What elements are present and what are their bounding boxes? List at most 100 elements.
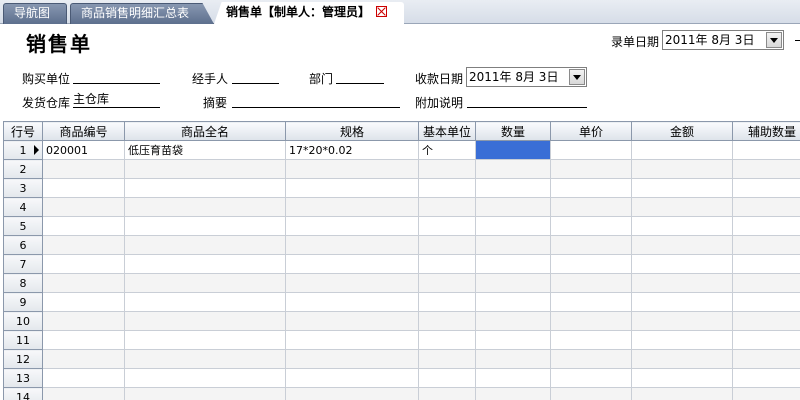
- cell-name[interactable]: [124, 349, 286, 369]
- cell-quantity[interactable]: [475, 254, 551, 274]
- table-row[interactable]: 2: [3, 159, 800, 179]
- cell-aux-quantity[interactable]: [732, 330, 800, 350]
- row-number[interactable]: 10: [3, 311, 43, 331]
- row-number[interactable]: 6: [3, 235, 43, 255]
- cell-spec[interactable]: [285, 197, 419, 217]
- cell-aux-quantity[interactable]: [732, 197, 800, 217]
- cell-quantity[interactable]: [475, 273, 551, 293]
- cell-aux-quantity[interactable]: [732, 254, 800, 274]
- cell-aux-quantity[interactable]: [732, 235, 800, 255]
- cell-spec[interactable]: [285, 349, 419, 369]
- row-number[interactable]: 11: [3, 330, 43, 350]
- row-number[interactable]: 7: [3, 254, 43, 274]
- cell-price[interactable]: [550, 254, 632, 274]
- cell-unit[interactable]: [418, 197, 476, 217]
- cell-code[interactable]: 020001: [42, 140, 125, 160]
- row-number[interactable]: 9: [3, 292, 43, 312]
- column-header-aux-quantity[interactable]: 辅助数量: [732, 121, 800, 141]
- cell-price[interactable]: [550, 140, 632, 160]
- cell-name[interactable]: [124, 216, 286, 236]
- cell-code[interactable]: [42, 311, 125, 331]
- cell-quantity[interactable]: [475, 387, 551, 400]
- cell-amount[interactable]: [631, 178, 733, 198]
- table-row[interactable]: 7: [3, 254, 800, 274]
- row-number[interactable]: 13: [3, 368, 43, 388]
- cell-price[interactable]: [550, 330, 632, 350]
- chevron-down-icon[interactable]: [766, 32, 782, 48]
- cell-aux-quantity[interactable]: [732, 387, 800, 400]
- cell-price[interactable]: [550, 349, 632, 369]
- cell-aux-quantity[interactable]: [732, 292, 800, 312]
- cell-name[interactable]: [124, 197, 286, 217]
- table-row[interactable]: 13: [3, 368, 800, 388]
- cell-quantity[interactable]: [475, 216, 551, 236]
- cell-name[interactable]: 低压育苗袋: [124, 140, 286, 160]
- cell-spec[interactable]: [285, 330, 419, 350]
- cell-unit[interactable]: [418, 216, 476, 236]
- cell-amount[interactable]: [631, 387, 733, 400]
- cell-code[interactable]: [42, 197, 125, 217]
- cell-aux-quantity[interactable]: [732, 273, 800, 293]
- row-number[interactable]: 5: [3, 216, 43, 236]
- table-row[interactable]: 12: [3, 349, 800, 369]
- cell-spec[interactable]: [285, 273, 419, 293]
- cell-quantity[interactable]: [475, 311, 551, 331]
- cell-price[interactable]: [550, 311, 632, 331]
- cell-name[interactable]: [124, 387, 286, 400]
- cell-code[interactable]: [42, 159, 125, 179]
- cell-spec[interactable]: [285, 159, 419, 179]
- cell-unit[interactable]: [418, 235, 476, 255]
- cell-amount[interactable]: [631, 349, 733, 369]
- cell-spec[interactable]: [285, 216, 419, 236]
- cell-unit[interactable]: [418, 387, 476, 400]
- cell-name[interactable]: [124, 178, 286, 198]
- row-number[interactable]: 8: [3, 273, 43, 293]
- cell-price[interactable]: [550, 197, 632, 217]
- column-header-row-no[interactable]: 行号: [3, 121, 43, 141]
- cell-quantity[interactable]: [475, 330, 551, 350]
- table-row[interactable]: 5: [3, 216, 800, 236]
- cell-aux-quantity[interactable]: [732, 368, 800, 388]
- cell-amount[interactable]: [631, 254, 733, 274]
- cell-unit[interactable]: [418, 330, 476, 350]
- cell-code[interactable]: [42, 216, 125, 236]
- cell-price[interactable]: [550, 178, 632, 198]
- cell-price[interactable]: [550, 387, 632, 400]
- cell-price[interactable]: [550, 292, 632, 312]
- cell-spec[interactable]: [285, 292, 419, 312]
- cell-price[interactable]: [550, 235, 632, 255]
- cell-spec[interactable]: [285, 235, 419, 255]
- cell-aux-quantity[interactable]: [732, 311, 800, 331]
- cell-aux-quantity[interactable]: [732, 178, 800, 198]
- cell-amount[interactable]: [631, 292, 733, 312]
- tab-sales-order[interactable]: 销售单【制单人：管理员】: [214, 2, 404, 24]
- cell-name[interactable]: [124, 311, 286, 331]
- cell-price[interactable]: [550, 273, 632, 293]
- cell-quantity[interactable]: [475, 368, 551, 388]
- cell-code[interactable]: [42, 254, 125, 274]
- cell-unit[interactable]: [418, 368, 476, 388]
- cell-amount[interactable]: [631, 273, 733, 293]
- cell-amount[interactable]: [631, 197, 733, 217]
- cell-spec[interactable]: 17*20*0.02: [285, 140, 419, 160]
- table-row[interactable]: 1 020001 低压育苗袋 17*20*0.02 个: [3, 140, 800, 160]
- table-row[interactable]: 8: [3, 273, 800, 293]
- cell-amount[interactable]: [631, 140, 733, 160]
- column-header-name[interactable]: 商品全名: [124, 121, 286, 141]
- cell-aux-quantity[interactable]: [732, 349, 800, 369]
- cell-price[interactable]: [550, 159, 632, 179]
- cell-price[interactable]: [550, 368, 632, 388]
- cell-amount[interactable]: [631, 311, 733, 331]
- cell-amount[interactable]: [631, 216, 733, 236]
- cell-unit[interactable]: [418, 292, 476, 312]
- table-row[interactable]: 11: [3, 330, 800, 350]
- cell-quantity[interactable]: [475, 235, 551, 255]
- row-number[interactable]: 4: [3, 197, 43, 217]
- table-row[interactable]: 6: [3, 235, 800, 255]
- table-row[interactable]: 3: [3, 178, 800, 198]
- row-number[interactable]: 12: [3, 349, 43, 369]
- cell-quantity[interactable]: [475, 349, 551, 369]
- cell-code[interactable]: [42, 349, 125, 369]
- row-number[interactable]: 2: [3, 159, 43, 179]
- tab-sales-detail-summary[interactable]: 商品销售明细汇总表: [70, 3, 214, 24]
